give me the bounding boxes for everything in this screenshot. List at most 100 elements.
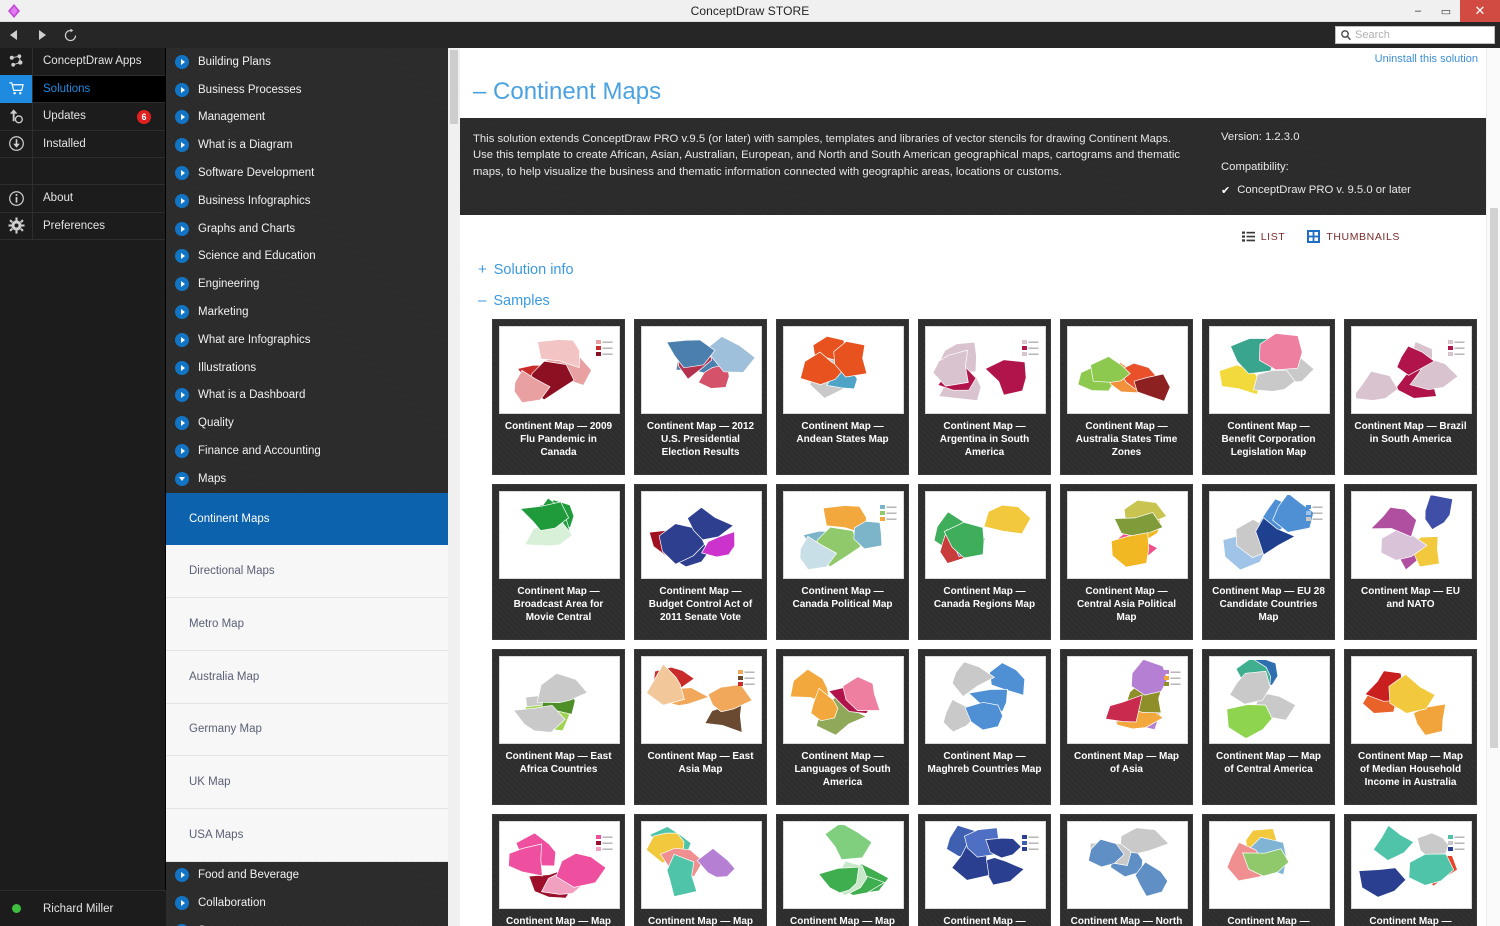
- minimize-button[interactable]: –: [1404, 0, 1432, 22]
- sample-card[interactable]: Continent Map — Broadcast Area for Movie…: [492, 484, 625, 640]
- maximize-button[interactable]: ▭: [1432, 0, 1460, 22]
- sample-thumbnail-africa-green[interactable]: [783, 821, 904, 909]
- sample-card[interactable]: Continent Map — EU 28 Candidate Countrie…: [1202, 484, 1335, 640]
- category-item-food-and-beverage[interactable]: Food and Beverage: [166, 862, 460, 890]
- sample-thumbnail-north-asia-russia[interactable]: [1067, 821, 1188, 909]
- sample-thumbnail-south-america-brazil[interactable]: [1351, 326, 1472, 414]
- sample-card[interactable]: Continent Map — Argentina in South Ameri…: [918, 319, 1051, 475]
- sidebar-item-about[interactable]: About: [0, 184, 165, 213]
- sample-card[interactable]: Continent Map — Political: [1202, 814, 1335, 926]
- chevron-right-icon[interactable]: [175, 193, 189, 208]
- sample-card[interactable]: Continent Map — EU and NATO: [1344, 484, 1477, 640]
- category-item-building-plans[interactable]: Building Plans: [166, 48, 460, 76]
- category-item-software-development[interactable]: Software Development: [166, 159, 460, 187]
- sample-card[interactable]: Continent Map — East Asia Map: [634, 649, 767, 805]
- sample-card[interactable]: Continent Map — Languages of South Ameri…: [776, 649, 909, 805]
- category-scrollbar-thumb[interactable]: [450, 50, 458, 124]
- sample-card[interactable]: Continent Map — Political: [1344, 814, 1477, 926]
- sample-thumbnail-canada-broadcast-area[interactable]: [499, 491, 620, 579]
- category-item-finance-and-accounting[interactable]: Finance and Accounting: [166, 437, 460, 465]
- sidebar-item-conceptdraw-apps[interactable]: ConceptDraw Apps: [0, 47, 165, 76]
- sample-card[interactable]: Continent Map — Map of Median Household …: [1344, 649, 1477, 805]
- chevron-right-icon[interactable]: [175, 110, 189, 125]
- chevron-right-icon[interactable]: [175, 360, 189, 375]
- category-item-what-is-a-dashboard[interactable]: What is a Dashboard: [166, 382, 460, 410]
- sample-thumbnail-south-america-languages[interactable]: [783, 656, 904, 744]
- refresh-button[interactable]: [56, 22, 84, 48]
- sample-card[interactable]: Continent Map — Map of Asia: [1060, 649, 1193, 805]
- sample-thumbnail-australia-income[interactable]: [1351, 656, 1472, 744]
- category-scrollbar[interactable]: [448, 48, 460, 926]
- category-item-business-infographics[interactable]: Business Infographics: [166, 187, 460, 215]
- chevron-right-icon[interactable]: [175, 166, 189, 181]
- sample-thumbnail-eu-28-candidates[interactable]: [1209, 491, 1330, 579]
- solution-info-section-toggle[interactable]: + Solution info: [460, 261, 1500, 278]
- samples-section-toggle[interactable]: – Samples: [460, 292, 1500, 309]
- sample-card[interactable]: Continent Map — Brazil in South America: [1344, 319, 1477, 475]
- sample-thumbnail-canada-political[interactable]: [783, 491, 904, 579]
- subcategory-item-usa-maps[interactable]: USA Maps: [166, 809, 460, 862]
- back-button[interactable]: [0, 22, 28, 48]
- category-item-sport[interactable]: Sport: [166, 917, 460, 926]
- sample-card[interactable]: Continent Map — Benefit Corporation Legi…: [1202, 319, 1335, 475]
- sample-thumbnail-australia-timezones[interactable]: [1067, 326, 1188, 414]
- sample-card[interactable]: Continent Map — Middle: [918, 814, 1051, 926]
- uninstall-solution-link[interactable]: Uninstall this solution: [1375, 53, 1478, 65]
- sample-card[interactable]: Continent Map — Australia States Time Zo…: [1060, 319, 1193, 475]
- view-mode-list[interactable]: LIST: [1241, 231, 1286, 243]
- chevron-right-icon[interactable]: [175, 896, 189, 911]
- sample-card[interactable]: Continent Map — Maghreb Countries Map: [918, 649, 1051, 805]
- sample-thumbnail-usa-states-colored[interactable]: [641, 821, 762, 909]
- sidebar-item-installed[interactable]: Installed: [0, 130, 165, 158]
- sample-card[interactable]: Continent Map — 2012 U.S. Presidential E…: [634, 319, 767, 475]
- sample-thumbnail-east-asia[interactable]: [641, 656, 762, 744]
- category-item-engineering[interactable]: Engineering: [166, 270, 460, 298]
- sample-thumbnail-map-of-asia[interactable]: [1067, 656, 1188, 744]
- sample-card[interactable]: Continent Map — Central Asia Political M…: [1060, 484, 1193, 640]
- sample-card[interactable]: Continent Map — East Africa Countries: [492, 649, 625, 805]
- sample-thumbnail-usa-senate-vote[interactable]: [641, 491, 762, 579]
- sidebar-item-preferences[interactable]: Preferences: [0, 212, 165, 240]
- chevron-right-icon[interactable]: [175, 332, 189, 347]
- chevron-right-icon[interactable]: [175, 388, 189, 403]
- sample-thumbnail-usa-benefit-corp[interactable]: [1209, 326, 1330, 414]
- category-item-collaboration[interactable]: Collaboration: [166, 889, 460, 917]
- chevron-down-icon[interactable]: [175, 471, 189, 486]
- sample-card[interactable]: Continent Map — Map of: [776, 814, 909, 926]
- sample-card[interactable]: Continent Map — Canada Regions Map: [918, 484, 1051, 640]
- category-item-illustrations[interactable]: Illustrations: [166, 354, 460, 382]
- subcategory-item-australia-map[interactable]: Australia Map: [166, 651, 460, 704]
- sample-thumbnail-central-america[interactable]: [1209, 656, 1330, 744]
- chevron-right-icon[interactable]: [175, 249, 189, 264]
- subcategory-item-uk-map[interactable]: UK Map: [166, 756, 460, 809]
- sample-thumbnail-canada-flu-choropleth[interactable]: [499, 326, 620, 414]
- search-input[interactable]: [1355, 29, 1490, 41]
- category-item-what-are-infographics[interactable]: What are Infographics: [166, 326, 460, 354]
- sample-thumbnail-maghreb-countries[interactable]: [925, 656, 1046, 744]
- sample-thumbnail-east-africa[interactable]: [499, 656, 620, 744]
- sample-thumbnail-europe-political-flags[interactable]: [1209, 821, 1330, 909]
- category-item-management[interactable]: Management: [166, 104, 460, 132]
- sample-card[interactable]: Continent Map — Map of Central America: [1202, 649, 1335, 805]
- collapse-toggle-dash[interactable]: –: [473, 78, 486, 105]
- subcategory-item-metro-map[interactable]: Metro Map: [166, 598, 460, 651]
- sidebar-item-solutions[interactable]: Solutions: [0, 75, 165, 103]
- category-item-graphs-and-charts[interactable]: Graphs and Charts: [166, 215, 460, 243]
- sample-thumbnail-central-asia-political-2[interactable]: [1351, 821, 1472, 909]
- category-item-what-is-a-diagram[interactable]: What is a Diagram: [166, 131, 460, 159]
- chevron-right-icon[interactable]: [175, 82, 189, 97]
- sample-thumbnail-guyanas-map[interactable]: [499, 821, 620, 909]
- chevron-right-icon[interactable]: [175, 444, 189, 459]
- sample-card[interactable]: Continent Map — Canada Political Map: [776, 484, 909, 640]
- content-scrollbar-thumb[interactable]: [1490, 208, 1498, 748]
- sample-card[interactable]: Continent Map — North: [1060, 814, 1193, 926]
- sample-thumbnail-south-america-argentina[interactable]: [925, 326, 1046, 414]
- sidebar-item-updates[interactable]: Updates 6: [0, 102, 165, 131]
- forward-button[interactable]: [28, 22, 56, 48]
- category-item-science-and-education[interactable]: Science and Education: [166, 243, 460, 271]
- category-item-business-processes[interactable]: Business Processes: [166, 76, 460, 104]
- sample-thumbnail-eu-and-nato[interactable]: [1351, 491, 1472, 579]
- user-account-row[interactable]: Richard Miller: [0, 890, 166, 926]
- content-scrollbar[interactable]: [1486, 48, 1500, 926]
- sample-card[interactable]: Continent Map — 2009 Flu Pandemic in Can…: [492, 319, 625, 475]
